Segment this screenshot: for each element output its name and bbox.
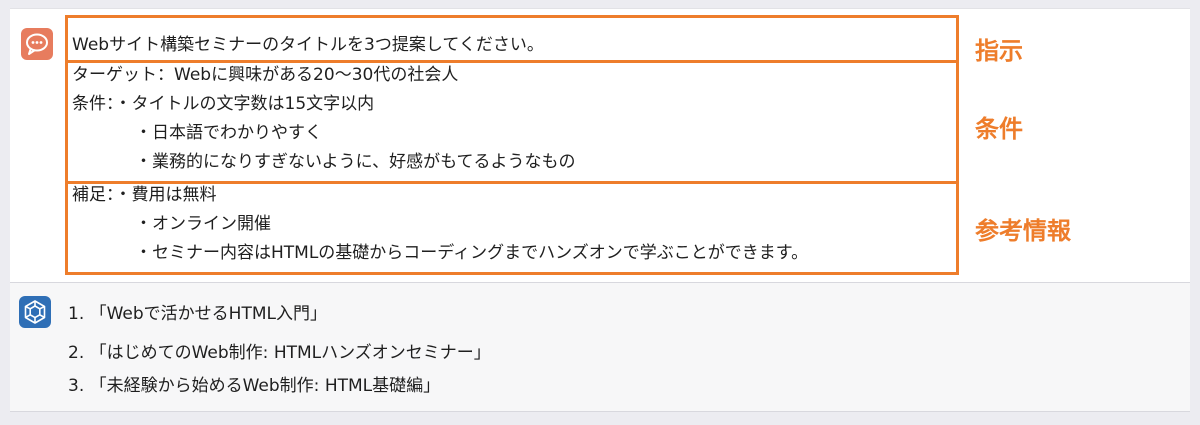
- user-message: Webサイト構築セミナーのタイトルを3つ提案してください。 ターゲット：Webに…: [10, 8, 1190, 283]
- openai-logo-icon: [19, 296, 51, 328]
- reference-line: ・セミナー内容はHTMLの基礎からコーディングまでハンズオンで学ぶことができます…: [135, 243, 809, 263]
- reference-line: ・オンライン開催: [135, 214, 271, 234]
- list-item: 3. 「未経験から始めるWeb制作: HTML基礎編」: [68, 376, 441, 396]
- instruction-label: 指示: [975, 37, 1023, 65]
- assistant-message: 1. 「Webで活かせるHTML入門」 2. 「はじめてのWeb制作: HTML…: [10, 283, 1190, 411]
- chat-bubble-icon: [21, 28, 53, 60]
- condition-line: 条件：・タイトルの文字数は15文字以内: [72, 94, 375, 114]
- list-item: 1. 「Webで活かせるHTML入門」: [68, 304, 327, 324]
- condition-line: ターゲット：Webに興味がある20〜30代の社会人: [72, 65, 459, 85]
- condition-line: ・業務的になりすぎないように、好感がもてるようなもの: [135, 152, 576, 172]
- conditions-label: 条件: [975, 115, 1023, 143]
- reference-line: 補足：・費用は無料: [72, 185, 217, 205]
- list-item: 2. 「はじめてのWeb制作: HTMLハンズオンセミナー」: [68, 343, 491, 363]
- condition-line: ・日本語でわかりやすく: [135, 123, 322, 143]
- instruction-text: Webサイト構築セミナーのタイトルを3つ提案してください。: [72, 35, 544, 55]
- reference-label: 参考情報: [975, 217, 1071, 245]
- message-divider: [10, 411, 1190, 412]
